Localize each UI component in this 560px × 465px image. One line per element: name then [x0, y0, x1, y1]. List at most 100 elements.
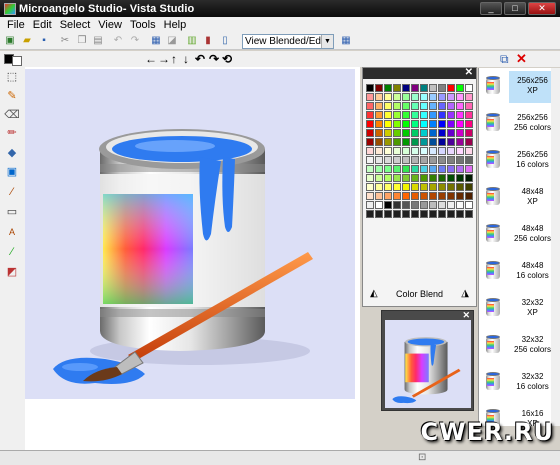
palette-swatch[interactable] — [366, 165, 374, 173]
palette-swatch[interactable] — [438, 210, 446, 218]
palette-swatch[interactable] — [447, 84, 455, 92]
palette-swatch[interactable] — [393, 147, 401, 155]
palette-swatch[interactable] — [384, 111, 392, 119]
palette-swatch[interactable] — [393, 165, 401, 173]
palette-swatch[interactable] — [375, 102, 383, 110]
export-icon[interactable]: ◪ — [166, 35, 178, 47]
palette-swatch[interactable] — [447, 120, 455, 128]
palette-swatch[interactable] — [420, 93, 428, 101]
palette-swatch[interactable] — [465, 111, 473, 119]
palette-swatch[interactable] — [384, 93, 392, 101]
palette-swatch[interactable] — [393, 183, 401, 191]
palette-swatch[interactable] — [465, 102, 473, 110]
palette-swatch[interactable] — [420, 210, 428, 218]
palette-swatch[interactable] — [366, 93, 374, 101]
palette-swatch[interactable] — [447, 147, 455, 155]
palette-swatch[interactable] — [456, 147, 464, 155]
palette-swatch[interactable] — [420, 183, 428, 191]
palette-swatch[interactable] — [384, 156, 392, 164]
line-tool-icon[interactable]: ∕ — [4, 244, 20, 260]
effects-tool-icon[interactable]: ◩ — [4, 264, 20, 280]
rotate-right-icon[interactable]: ↷ — [209, 52, 219, 66]
flip-icon[interactable]: ⟲ — [222, 52, 232, 66]
palette-swatch[interactable] — [447, 174, 455, 182]
palette-swatch[interactable] — [366, 210, 374, 218]
palette-swatch[interactable] — [393, 138, 401, 146]
palette-swatch[interactable] — [420, 174, 428, 182]
palette-swatch[interactable] — [375, 138, 383, 146]
palette-swatch[interactable] — [429, 201, 437, 209]
palette-swatch[interactable] — [402, 138, 410, 146]
palette-swatch[interactable] — [465, 147, 473, 155]
palette-swatch[interactable] — [384, 165, 392, 173]
palette-swatch[interactable] — [438, 156, 446, 164]
palette-swatch[interactable] — [429, 120, 437, 128]
palette-swatch[interactable] — [429, 156, 437, 164]
format-list-item[interactable]: 32x32 XP — [479, 290, 560, 327]
palette-swatch[interactable] — [384, 192, 392, 200]
palette-swatch[interactable] — [465, 165, 473, 173]
palette-swatch[interactable] — [393, 84, 401, 92]
palette-swatch[interactable] — [366, 174, 374, 182]
palette-swatch[interactable] — [465, 183, 473, 191]
palette-swatch[interactable] — [438, 183, 446, 191]
palette-swatch[interactable] — [402, 120, 410, 128]
palette-swatch[interactable] — [447, 210, 455, 218]
palette-swatch[interactable] — [375, 84, 383, 92]
menu-view[interactable]: View — [94, 19, 126, 31]
palette-swatch[interactable] — [393, 210, 401, 218]
palette-swatch[interactable] — [456, 183, 464, 191]
format-list-item[interactable]: 32x32 256 colors — [479, 327, 560, 364]
palette-swatch[interactable] — [366, 192, 374, 200]
palette-swatch[interactable] — [447, 201, 455, 209]
format-list-item[interactable]: 256x256 16 colors — [479, 142, 560, 179]
palette-swatch[interactable] — [402, 192, 410, 200]
palette-swatch[interactable] — [429, 102, 437, 110]
arrow-right-icon[interactable]: → — [158, 52, 170, 66]
palette-swatch[interactable] — [429, 210, 437, 218]
palette-swatch[interactable] — [465, 84, 473, 92]
palette-swatch[interactable] — [420, 201, 428, 209]
palette-swatch[interactable] — [402, 165, 410, 173]
palette-swatch[interactable] — [402, 93, 410, 101]
palette-swatch[interactable] — [438, 165, 446, 173]
palette-swatch[interactable] — [411, 102, 419, 110]
edit-icon[interactable]: ▯ — [219, 35, 231, 47]
grid-icon[interactable]: ▥ — [186, 35, 198, 47]
menu-tools[interactable]: Tools — [126, 19, 160, 31]
lasso-tool-icon[interactable]: ✎ — [4, 88, 20, 104]
delete-format-icon[interactable]: ✕ — [516, 51, 527, 67]
palette-swatch[interactable] — [411, 111, 419, 119]
palette-swatch[interactable] — [420, 84, 428, 92]
palette-swatch[interactable] — [393, 120, 401, 128]
palette-swatch[interactable] — [402, 147, 410, 155]
palette-swatch[interactable] — [447, 138, 455, 146]
fill-right-icon[interactable]: ◮ — [461, 288, 469, 299]
palette-swatch[interactable] — [447, 165, 455, 173]
palette-swatch[interactable] — [366, 129, 374, 137]
cut-icon[interactable]: ✂ — [59, 35, 71, 47]
palette-swatch[interactable] — [402, 183, 410, 191]
palette-swatch[interactable] — [447, 192, 455, 200]
palette-swatch[interactable] — [402, 129, 410, 137]
tools-icon[interactable]: ▮ — [202, 35, 214, 47]
palette-swatch[interactable] — [384, 201, 392, 209]
maximize-button[interactable]: □ — [504, 2, 526, 15]
rotate-left-icon[interactable]: ↶ — [195, 52, 205, 66]
palette-swatch[interactable] — [456, 192, 464, 200]
palette-swatch[interactable] — [411, 192, 419, 200]
palette-swatch[interactable] — [438, 120, 446, 128]
palette-swatch[interactable] — [393, 129, 401, 137]
palette-swatch[interactable] — [375, 165, 383, 173]
eraser-tool-icon[interactable]: ⌫ — [4, 107, 20, 123]
arrow-down-icon[interactable]: ↓ — [183, 52, 189, 66]
palette-swatch[interactable] — [366, 156, 374, 164]
palette-swatch[interactable] — [384, 120, 392, 128]
preview-icon[interactable]: ▦ — [340, 35, 352, 47]
palette-swatch[interactable] — [465, 156, 473, 164]
palette-swatch[interactable] — [411, 147, 419, 155]
format-list-item[interactable]: 32x32 16 colors — [479, 364, 560, 401]
palette-swatch[interactable] — [393, 192, 401, 200]
palette-swatch[interactable] — [429, 129, 437, 137]
edit-canvas[interactable] — [25, 69, 355, 399]
